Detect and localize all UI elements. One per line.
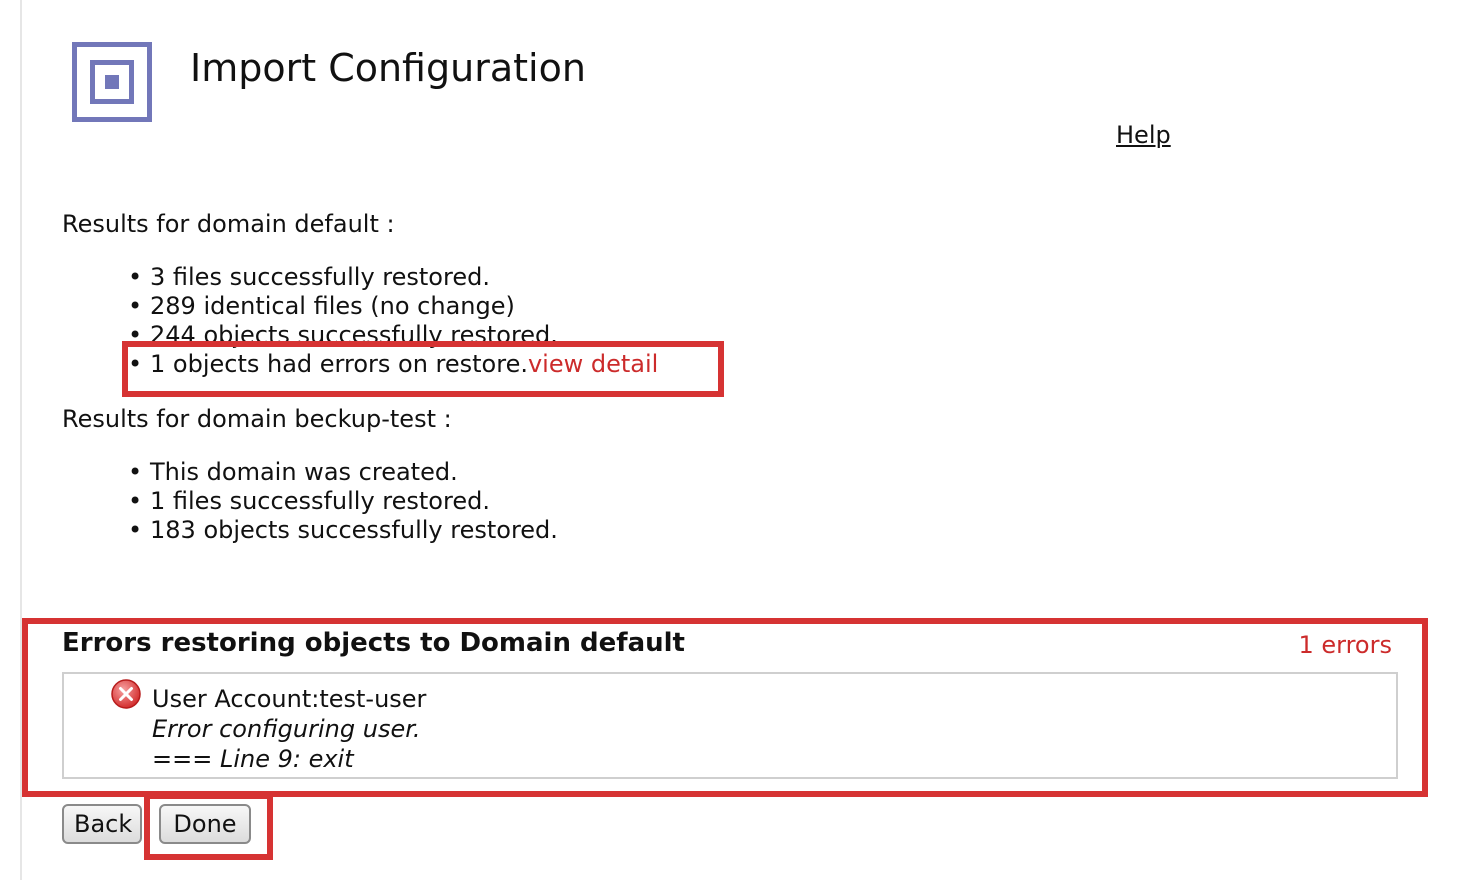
error-message: Error configuring user. [152,715,421,743]
errors-panel-heading: Errors restoring objects to Domain defau… [62,628,685,658]
back-button[interactable]: Back [62,804,142,844]
list-item: 1 objects had errors on restore.view det… [128,350,658,379]
results-list-default: 3 files successfully restored. 289 ident… [128,263,658,379]
help-link[interactable]: Help [1116,121,1171,149]
errors-count: 1 errors [1298,631,1392,659]
list-item: 183 objects successfully restored. [128,516,558,545]
list-item: 1 files successfully restored. [128,487,558,516]
error-detail: === Line 9: exit [152,745,354,773]
results-heading-default: Results for domain default : [62,210,395,238]
list-item: 3 files successfully restored. [128,263,658,292]
app-logo-icon [72,42,152,122]
results-heading-beckup-test: Results for domain beckup-test : [62,405,452,433]
error-x-icon [111,679,141,709]
view-detail-link[interactable]: view detail [528,350,658,378]
list-item: This domain was created. [128,458,558,487]
error-entry-text: User Account:test-user Error configuring… [152,684,426,774]
list-item: 289 identical files (no change) [128,292,658,321]
results-list-beckup-test: This domain was created. 1 files success… [128,458,558,545]
error-object: User Account:test-user [152,685,427,713]
done-button[interactable]: Done [159,804,251,844]
list-item: 244 objects successfully restored. [128,321,658,350]
error-entry-box: User Account:test-user Error configuring… [62,672,1398,779]
page-left-border [20,0,22,880]
page-title: Import Configuration [190,46,586,90]
